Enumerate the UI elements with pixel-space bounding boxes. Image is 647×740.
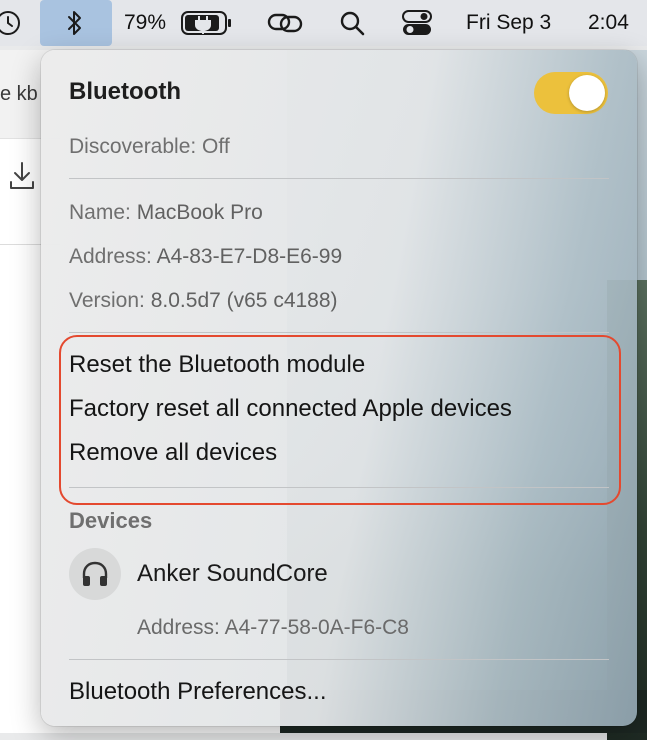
discoverable-status: Discoverable: Off [69,135,230,158]
remove-all-devices-item[interactable]: Remove all devices [69,439,277,467]
device-name-row: Name: MacBook Pro [69,201,263,225]
bluetooth-icon[interactable] [64,0,86,46]
reset-bluetooth-module-item[interactable]: Reset the Bluetooth module [69,351,365,379]
factory-reset-apple-devices-item[interactable]: Factory reset all connected Apple device… [69,395,512,423]
address-value: A4-83-E7-D8-E6-99 [156,245,343,268]
menubar-time[interactable]: 2:04 [588,0,629,46]
menubar-date[interactable]: Fri Sep 3 [466,0,551,46]
bluetooth-preferences-item[interactable]: Bluetooth Preferences... [69,678,326,706]
download-icon[interactable] [8,160,36,192]
bluetooth-toggle[interactable] [534,72,608,114]
devices-header: Devices [69,508,153,533]
bluetooth-menu: Bluetooth Discoverable: Off Name: MacBoo… [41,50,637,726]
address-label: Address: [69,245,152,268]
menu-bar: 79% Fri Sep 3 2:04 [0,0,647,46]
link-icon[interactable] [266,0,304,46]
menu-title: Bluetooth [69,78,181,105]
version-value: 8.0.5d7 (v65 c4188) [150,289,338,312]
device-address-value: A4-77-58-0A-F6-C8 [224,616,409,639]
device-address-label: Address: [137,616,220,639]
name-label: Name: [69,201,131,224]
name-value: MacBook Pro [136,201,263,224]
battery-charging-icon[interactable] [181,0,233,46]
battery-percent[interactable]: 79% [124,0,166,46]
control-center-icon[interactable] [401,0,433,46]
separator [69,487,609,488]
headphones-icon [69,548,121,600]
device-anker-soundcore[interactable]: Anker SoundCore [137,560,328,588]
version-label: Version: [69,289,145,312]
separator [69,659,609,660]
device-version-row: Version: 8.0.5d7 (v65 c4188) [69,289,338,313]
separator [69,178,609,179]
search-icon[interactable] [338,0,366,46]
device-address-row: Address: A4-83-E7-D8-E6-99 [69,245,342,269]
separator [69,332,609,333]
background-partial-text: e kb [0,83,38,105]
toggle-knob [569,75,605,111]
device-address-row: Address: A4-77-58-0A-F6-C8 [137,616,409,640]
clock-icon[interactable] [0,0,22,46]
